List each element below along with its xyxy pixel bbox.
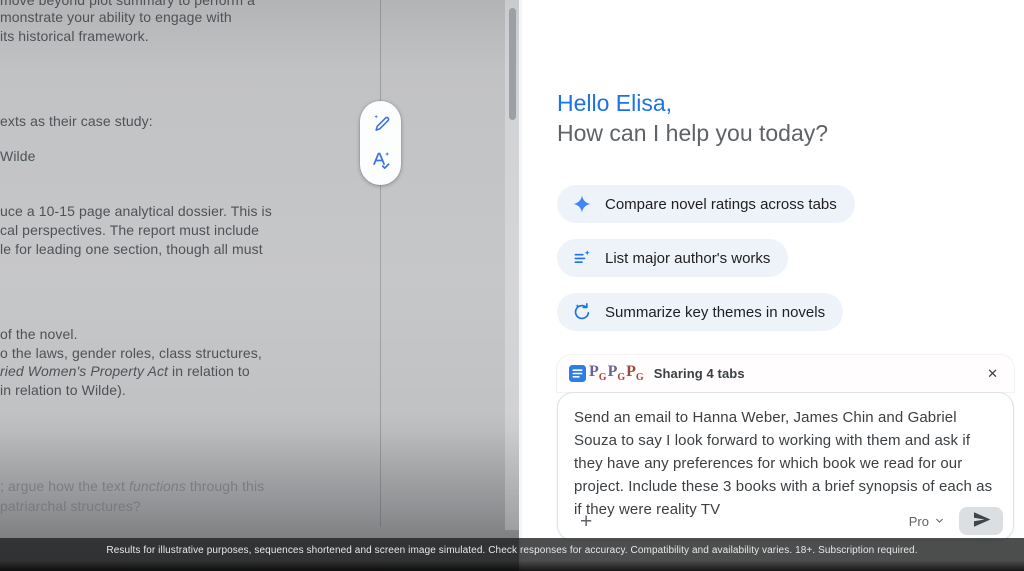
sparkle-icon [572,194,592,214]
gutenberg-tab-favicon: PG [608,364,626,383]
refresh-sparkle-icon [572,302,592,322]
document-line: o the laws, gender roles, class structur… [0,344,262,363]
document-line: uce a 10-15 page analytical dossier. Thi… [0,202,272,221]
suggestion-chips: Compare novel ratings across tabs List ma… [557,185,1024,331]
chip-label: List major author's works [605,250,770,267]
close-icon[interactable]: ✕ [983,364,1002,384]
disclaimer-text: Results for illustrative purposes, seque… [106,545,917,571]
document-line: its historical framework. [0,27,149,46]
composer: PGPGPG Sharing 4 tabs ✕ Send an email to… [557,355,1014,541]
send-button[interactable] [959,507,1003,535]
model-selector[interactable]: Pro [909,514,945,529]
composer-toolbar: + Pro [572,507,1003,535]
scrollbar-thumb[interactable] [509,8,516,120]
prompt-text: Send an email to Hanna Weber, James Chin… [574,406,997,521]
disclaimer-bar: Results for illustrative purposes, seque… [0,538,1024,571]
chip-label: Summarize key themes in novels [605,304,825,321]
help-me-write-button[interactable] [367,110,395,138]
document-line: exts as their case study: [0,112,153,131]
document-line: le for leading one section, though all m… [0,240,263,259]
composer-right-tools: Pro [909,507,1003,535]
document-line: monstrate your ability to engage with [0,8,232,27]
sharing-tabs-bar[interactable]: PGPGPG Sharing 4 tabs ✕ [557,355,1014,392]
add-attachment-button[interactable]: + [572,509,600,534]
greeting-name: Hello Elisa, [557,88,1024,118]
proofread-button[interactable] [367,148,395,176]
suggestion-chip[interactable]: Compare novel ratings across tabs [557,185,855,223]
gemini-side-panel: Hello Elisa, How can I help you today? C… [519,0,1024,571]
pencil-sparkle-icon [371,113,391,136]
suggestion-chip[interactable]: Summarize key themes in novels [557,293,843,331]
screen: move beyond plot summary to perform amon… [0,0,1024,571]
greeting-question: How can I help you today? [557,118,1024,148]
document-line: cal perspectives. The report must includ… [0,221,259,240]
document-line: of the novel. [0,325,78,344]
sharing-label: Sharing 4 tabs [654,366,745,381]
gutenberg-tab-favicon: PG [626,364,644,383]
document-line: Wilde [0,147,36,166]
document-line: in relation to Wilde). [0,381,126,400]
gutenberg-tab-favicon: PG [589,364,607,383]
chip-label: Compare novel ratings across tabs [605,196,837,213]
proofread-a-check-icon [370,149,392,174]
send-icon [971,509,992,533]
google-docs-favicon [569,365,586,382]
document-canvas: move beyond plot summary to perform amon… [0,0,519,571]
shared-tab-favicons: PGPGPG [569,364,644,383]
suggestion-chip[interactable]: List major author's works [557,239,788,277]
document-line: patriarchal structures? [0,497,141,516]
document-line: ; argue how the text functions through t… [0,477,264,496]
docs-ai-toolbar [360,101,401,185]
prompt-input[interactable]: Send an email to Hanna Weber, James Chin… [557,392,1014,541]
page-divider [380,0,381,527]
chevron-down-icon [934,514,945,529]
list-sparkle-icon [572,248,592,268]
document-line: ried Women's Property Act in relation to [0,362,250,381]
model-label: Pro [909,514,929,529]
